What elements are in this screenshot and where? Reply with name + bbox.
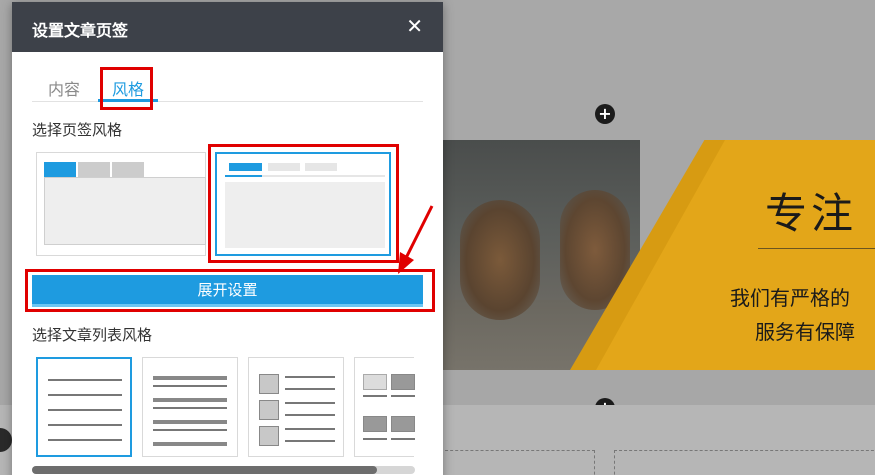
tab-style-option-boxed[interactable] (36, 152, 206, 256)
list-style-option-grid[interactable] (354, 357, 415, 457)
article-tab-settings-dialog: 设置文章页签 ✕ 内容 风格 选择页签风格 展开设置 选择文章列表风格 (12, 2, 443, 475)
tab-style-highlight-box (100, 67, 153, 110)
add-section-icon[interactable]: + (595, 104, 615, 124)
horizontal-scrollbar[interactable] (32, 466, 415, 474)
scrollbar-thumb[interactable] (32, 466, 377, 474)
banner-text-line1: 我们有严格的 (730, 286, 850, 310)
placeholder-block-right (614, 450, 875, 475)
list-style-option-lines[interactable] (36, 357, 132, 457)
list-style-section-label: 选择文章列表风格 (32, 326, 153, 344)
banner-divider (758, 248, 875, 249)
list-style-option-thumbnail[interactable] (248, 357, 344, 457)
tab-style-section-label: 选择页签风格 (32, 121, 123, 139)
dialog-header: 设置文章页签 ✕ (12, 2, 443, 52)
list-style-option-summary[interactable] (142, 357, 238, 457)
dialog-title: 设置文章页签 (32, 21, 129, 40)
expand-button-highlight-box (25, 269, 435, 312)
close-icon[interactable]: ✕ (406, 15, 423, 37)
annotation-arrow-icon (398, 205, 434, 274)
tab-content[interactable]: 内容 (48, 76, 80, 100)
tab-style-highlight-box (208, 144, 399, 263)
banner: 专注 我们有严格的 服务有保障 (440, 140, 875, 370)
placeholder-block-left (440, 450, 595, 475)
banner-title: 专注 (765, 189, 858, 238)
tab-bar: 内容 风格 (32, 68, 423, 102)
banner-text-line2: 服务有保障 (755, 320, 855, 344)
